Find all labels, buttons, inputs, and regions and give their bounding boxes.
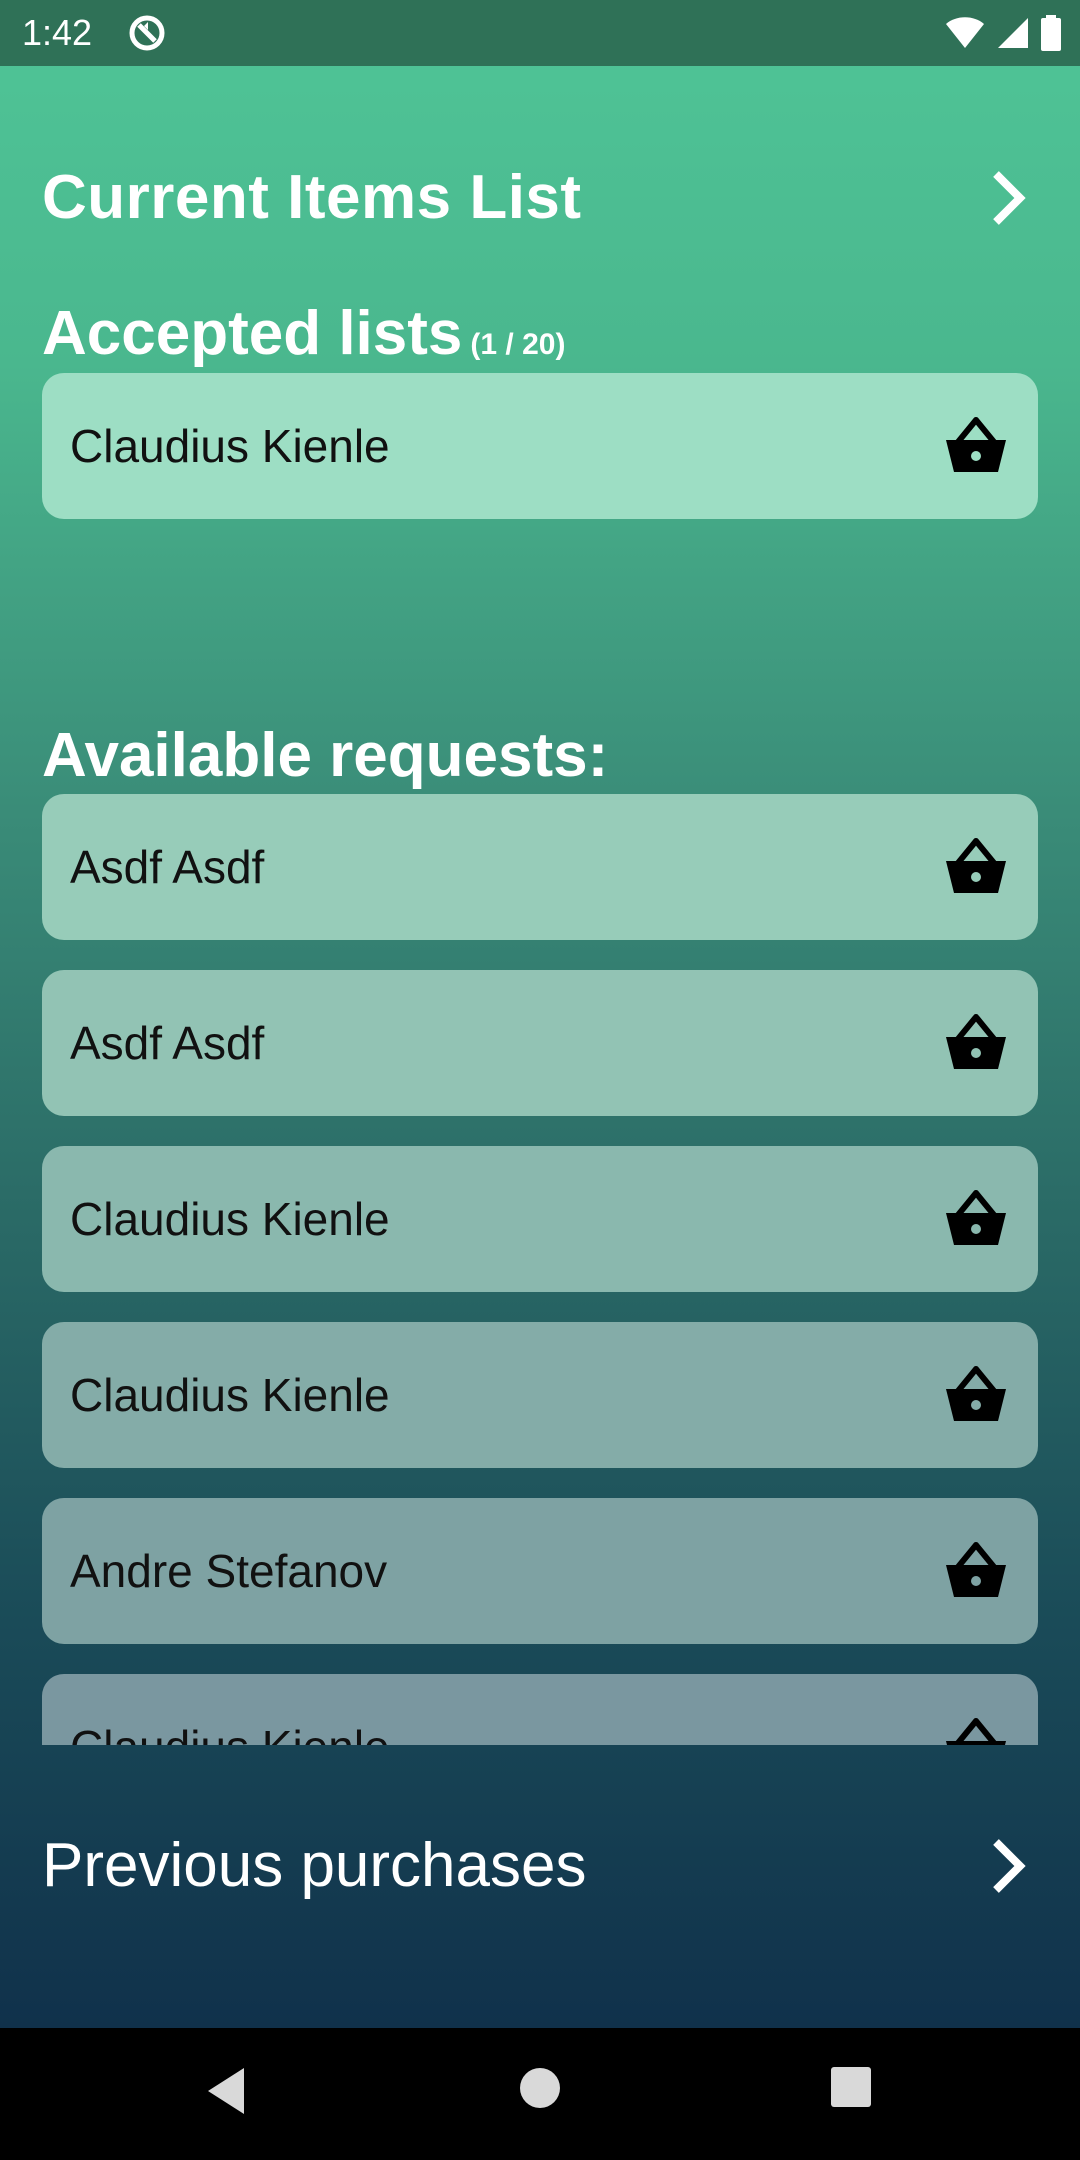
chevron-right-icon[interactable] bbox=[978, 1836, 1038, 1896]
chevron-right-icon[interactable] bbox=[978, 168, 1038, 228]
request-item-name: Asdf Asdf bbox=[70, 841, 265, 893]
current-items-row[interactable]: Current Items List bbox=[42, 162, 1038, 233]
basket-icon[interactable] bbox=[944, 1189, 1008, 1249]
basket-icon[interactable] bbox=[944, 416, 1008, 476]
available-requests-list[interactable]: Asdf Asdf Asdf Asdf Claudius Kienle Clau… bbox=[0, 780, 1080, 1745]
battery-icon bbox=[1041, 15, 1061, 51]
status-bar: 1:42 bbox=[0, 0, 1080, 66]
previous-purchases-title: Previous purchases bbox=[42, 1831, 587, 1900]
status-time: 1:42 bbox=[22, 12, 93, 53]
list-item-name: Claudius Kienle bbox=[70, 420, 390, 472]
previous-purchases-row[interactable]: Previous purchases bbox=[42, 1830, 1038, 1901]
request-item[interactable]: Andre Stefanov bbox=[42, 1498, 1038, 1644]
accepted-list-item[interactable]: Claudius Kienle bbox=[42, 373, 1038, 519]
signal-icon bbox=[998, 18, 1028, 48]
wifi-icon bbox=[946, 17, 984, 48]
request-item[interactable]: Asdf Asdf bbox=[42, 794, 1038, 940]
request-item-name: Andre Stefanov bbox=[70, 1545, 388, 1597]
request-item[interactable]: Claudius Kienle bbox=[42, 1322, 1038, 1468]
current-items-title: Current Items List bbox=[42, 163, 582, 232]
accepted-lists-title: Accepted lists bbox=[42, 299, 463, 368]
request-item-name: Claudius Kienle bbox=[70, 1720, 390, 1745]
request-item[interactable]: Claudius Kienle bbox=[42, 1146, 1038, 1292]
request-item[interactable]: Claudius Kienle bbox=[42, 1674, 1038, 1745]
app-screen: 1:42 Current Items List Accepted lists (… bbox=[0, 0, 1080, 2028]
app-notification-icon bbox=[129, 15, 165, 51]
recents-square-icon[interactable] bbox=[830, 2066, 872, 2108]
request-item-name: Claudius Kienle bbox=[70, 1193, 390, 1245]
request-item-name: Asdf Asdf bbox=[70, 1017, 265, 1069]
accepted-lists-count: (1 / 20) bbox=[470, 328, 566, 361]
basket-icon[interactable] bbox=[944, 837, 1008, 897]
navigation-bar bbox=[0, 2028, 1080, 2160]
request-item[interactable]: Asdf Asdf bbox=[42, 970, 1038, 1116]
basket-icon[interactable] bbox=[944, 1717, 1008, 1745]
request-item-name: Claudius Kienle bbox=[70, 1369, 390, 1421]
basket-icon[interactable] bbox=[944, 1013, 1008, 1073]
home-circle-icon[interactable] bbox=[518, 2066, 562, 2110]
basket-icon[interactable] bbox=[944, 1541, 1008, 1601]
basket-icon[interactable] bbox=[944, 1365, 1008, 1425]
status-indicators bbox=[944, 14, 1062, 52]
accepted-lists-heading: Accepted lists (1 / 20) bbox=[42, 298, 565, 369]
back-triangle-icon[interactable] bbox=[204, 2066, 248, 2116]
